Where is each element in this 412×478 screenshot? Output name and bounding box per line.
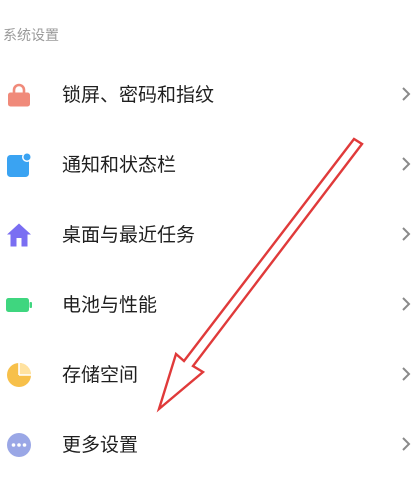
settings-item-lock-screen[interactable]: 锁屏、密码和指纹 [0, 58, 412, 128]
settings-item-battery[interactable]: 电池与性能 [0, 268, 412, 338]
chevron-right-icon [400, 365, 412, 383]
storage-pie-icon [6, 362, 32, 388]
notification-icon [6, 152, 32, 178]
more-icon [6, 432, 32, 458]
chevron-right-icon [400, 155, 412, 173]
settings-item-label: 更多设置 [62, 434, 139, 456]
chevron-right-icon [400, 85, 412, 103]
settings-list: 锁屏、密码和指纹 通知和状态栏 桌面与最近任务 电池与性能 存储空间 更多设置 [0, 58, 412, 478]
settings-item-label: 电池与性能 [62, 294, 158, 316]
section-title: 系统设置 [3, 28, 59, 44]
chevron-right-icon [400, 295, 412, 313]
settings-item-notifications[interactable]: 通知和状态栏 [0, 128, 412, 198]
home-icon [6, 222, 32, 248]
lock-icon [6, 82, 32, 108]
settings-item-label: 桌面与最近任务 [62, 224, 196, 246]
settings-item-desktop[interactable]: 桌面与最近任务 [0, 198, 412, 268]
settings-item-storage[interactable]: 存储空间 [0, 338, 412, 408]
chevron-right-icon [400, 435, 412, 453]
settings-item-label: 通知和状态栏 [62, 154, 177, 176]
settings-item-label: 锁屏、密码和指纹 [62, 84, 215, 106]
battery-icon [6, 292, 32, 318]
settings-item-label: 存储空间 [62, 364, 139, 386]
chevron-right-icon [400, 225, 412, 243]
